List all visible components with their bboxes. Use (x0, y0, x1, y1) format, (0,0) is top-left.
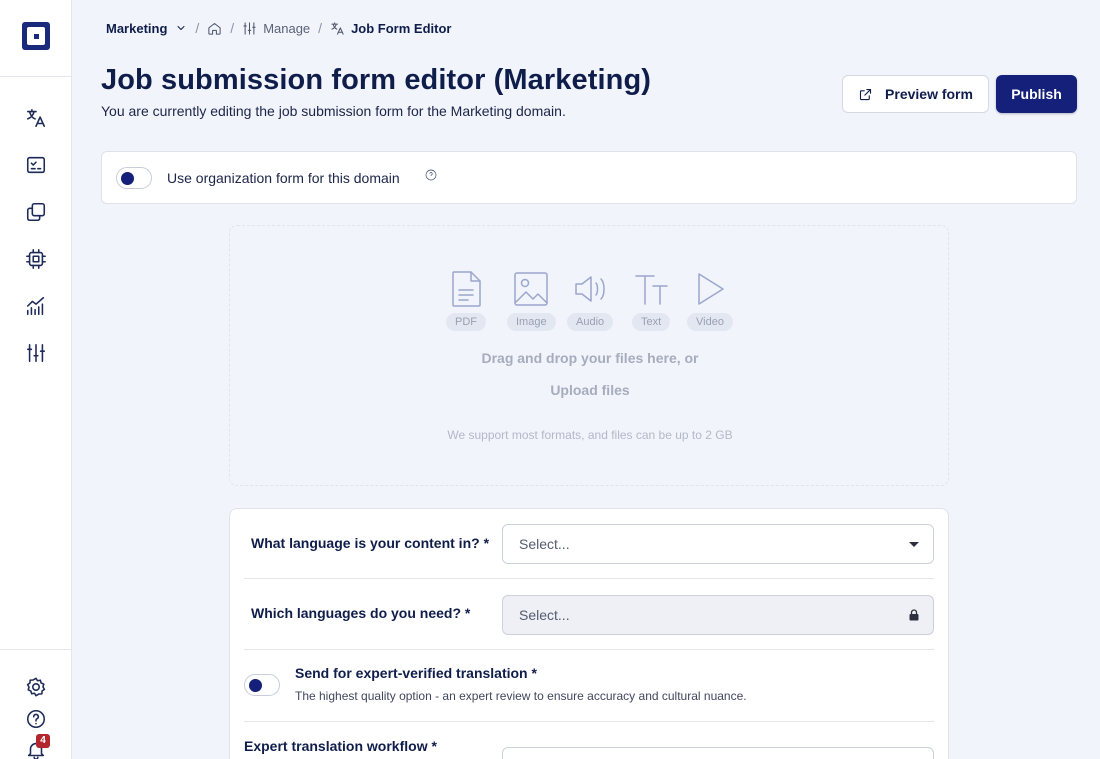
file-type-label: Video (687, 313, 733, 331)
page-title: Job submission form editor (Marketing) (101, 64, 652, 96)
analytics-icon[interactable] (24, 294, 48, 318)
file-type-label: PDF (446, 313, 486, 331)
file-dropzone[interactable]: PDF Image Audio Text Video Drag and drop… (229, 225, 949, 486)
jobs-icon[interactable] (24, 153, 48, 177)
drag-drop-text: Drag and drop your files here, or (481, 350, 699, 366)
target-languages-label: Which languages do you need? * (251, 605, 471, 621)
source-language-select[interactable]: Select... (502, 524, 934, 564)
field-divider (244, 578, 934, 579)
breadcrumb-current: Job Form Editor (330, 21, 451, 36)
domain-switcher[interactable]: Marketing (106, 21, 187, 36)
workflow-label: Expert translation workflow * (244, 738, 437, 754)
workflow-select[interactable] (502, 747, 934, 759)
file-type-label: Audio (567, 313, 614, 331)
file-type-pdf: PDF (446, 270, 486, 331)
notification-badge: 4 (36, 734, 50, 748)
expert-translation-description: The highest quality option - an expert r… (295, 689, 747, 703)
chip-icon[interactable] (24, 247, 48, 271)
target-languages-placeholder: Select... (519, 607, 570, 623)
domain-label: Marketing (106, 20, 168, 36)
sidebar-divider (0, 76, 72, 77)
image-file-icon (514, 272, 549, 306)
pdf-file-icon (452, 271, 481, 307)
home-icon (208, 22, 221, 35)
lock-icon (909, 609, 919, 621)
source-language-placeholder: Select... (519, 536, 570, 552)
external-link-icon (859, 88, 872, 100)
file-type-label: Text (632, 313, 671, 331)
sidebar-divider (0, 649, 72, 650)
video-play-icon (698, 273, 724, 305)
org-form-card: Use organization form for this domain (101, 151, 1077, 204)
expert-translation-toggle[interactable] (244, 674, 280, 696)
publish-button[interactable]: Publish (996, 75, 1077, 113)
target-languages-select: Select... (502, 595, 934, 635)
expert-translation-title: Send for expert-verified translation * (295, 665, 537, 681)
file-type-image: Image (507, 270, 556, 331)
source-language-label: What language is your content in? * (251, 535, 490, 551)
preview-form-button[interactable]: Preview form (842, 75, 989, 113)
breadcrumb-current-label: Job Form Editor (351, 20, 452, 36)
upload-files-link[interactable]: Upload files (230, 382, 950, 398)
text-file-icon (635, 275, 668, 305)
breadcrumb-separator: / (318, 20, 323, 36)
app-logo[interactable] (22, 22, 50, 50)
page-subtitle: You are currently editing the job submis… (101, 103, 566, 119)
file-type-video: Video (687, 270, 733, 331)
sliders-icon (243, 21, 256, 35)
translate-icon (331, 21, 344, 35)
breadcrumb-separator: / (230, 20, 235, 36)
job-fields-card: What language is your content in? * Sele… (229, 508, 949, 759)
preview-form-label: Preview form (885, 86, 973, 102)
help-circle-icon[interactable] (425, 169, 437, 181)
file-type-audio: Audio (567, 270, 614, 331)
sidebar: 4 (0, 0, 72, 759)
field-divider (244, 721, 934, 722)
toggle-knob (121, 172, 134, 185)
breadcrumb-separator: / (195, 20, 200, 36)
field-divider (244, 649, 934, 650)
org-form-toggle[interactable] (116, 167, 152, 189)
file-type-label: Image (507, 313, 556, 331)
breadcrumb: Marketing / / Manage / Job Form Editor (106, 18, 451, 38)
translate-icon[interactable] (24, 106, 48, 130)
caret-down-icon (909, 542, 919, 547)
chevron-down-icon (177, 26, 185, 30)
toggle-knob (249, 679, 262, 692)
manage-sliders-icon[interactable] (24, 341, 48, 365)
breadcrumb-manage[interactable]: Manage (242, 21, 310, 36)
settings-gear-icon[interactable] (24, 675, 48, 699)
help-icon[interactable] (24, 707, 48, 731)
breadcrumb-home[interactable] (207, 21, 222, 36)
files-icon[interactable] (24, 200, 48, 224)
support-text: We support most formats, and files can b… (447, 428, 733, 442)
audio-file-icon (575, 276, 605, 302)
file-type-text: Text (632, 270, 671, 331)
org-form-label: Use organization form for this domain (167, 170, 400, 186)
breadcrumb-manage-label: Manage (263, 20, 311, 36)
